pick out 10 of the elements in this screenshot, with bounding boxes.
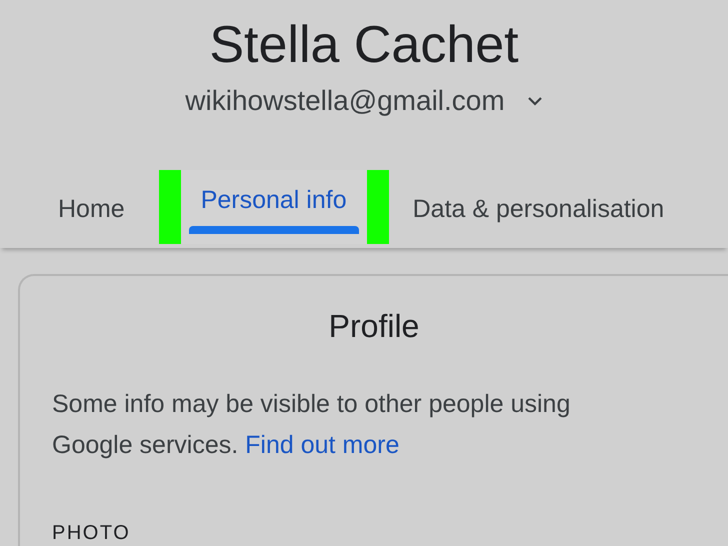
chevron-down-icon bbox=[526, 96, 543, 106]
find-out-more-link[interactable]: Find out more bbox=[245, 431, 400, 460]
account-switcher[interactable]: wikihowstella@gmail.com bbox=[185, 80, 543, 122]
section-label: PHOTO bbox=[52, 521, 132, 546]
card-title: Profile bbox=[328, 307, 420, 346]
tab[interactable]: Personal info bbox=[158, 170, 389, 244]
account-name: Stella Cachet bbox=[208, 15, 520, 76]
description-text: Some info may be visible to other people using Google services. Find out more bbox=[52, 389, 572, 462]
tab[interactable]: Data & personalisation bbox=[388, 170, 664, 248]
tab[interactable]: Home bbox=[38, 170, 159, 248]
